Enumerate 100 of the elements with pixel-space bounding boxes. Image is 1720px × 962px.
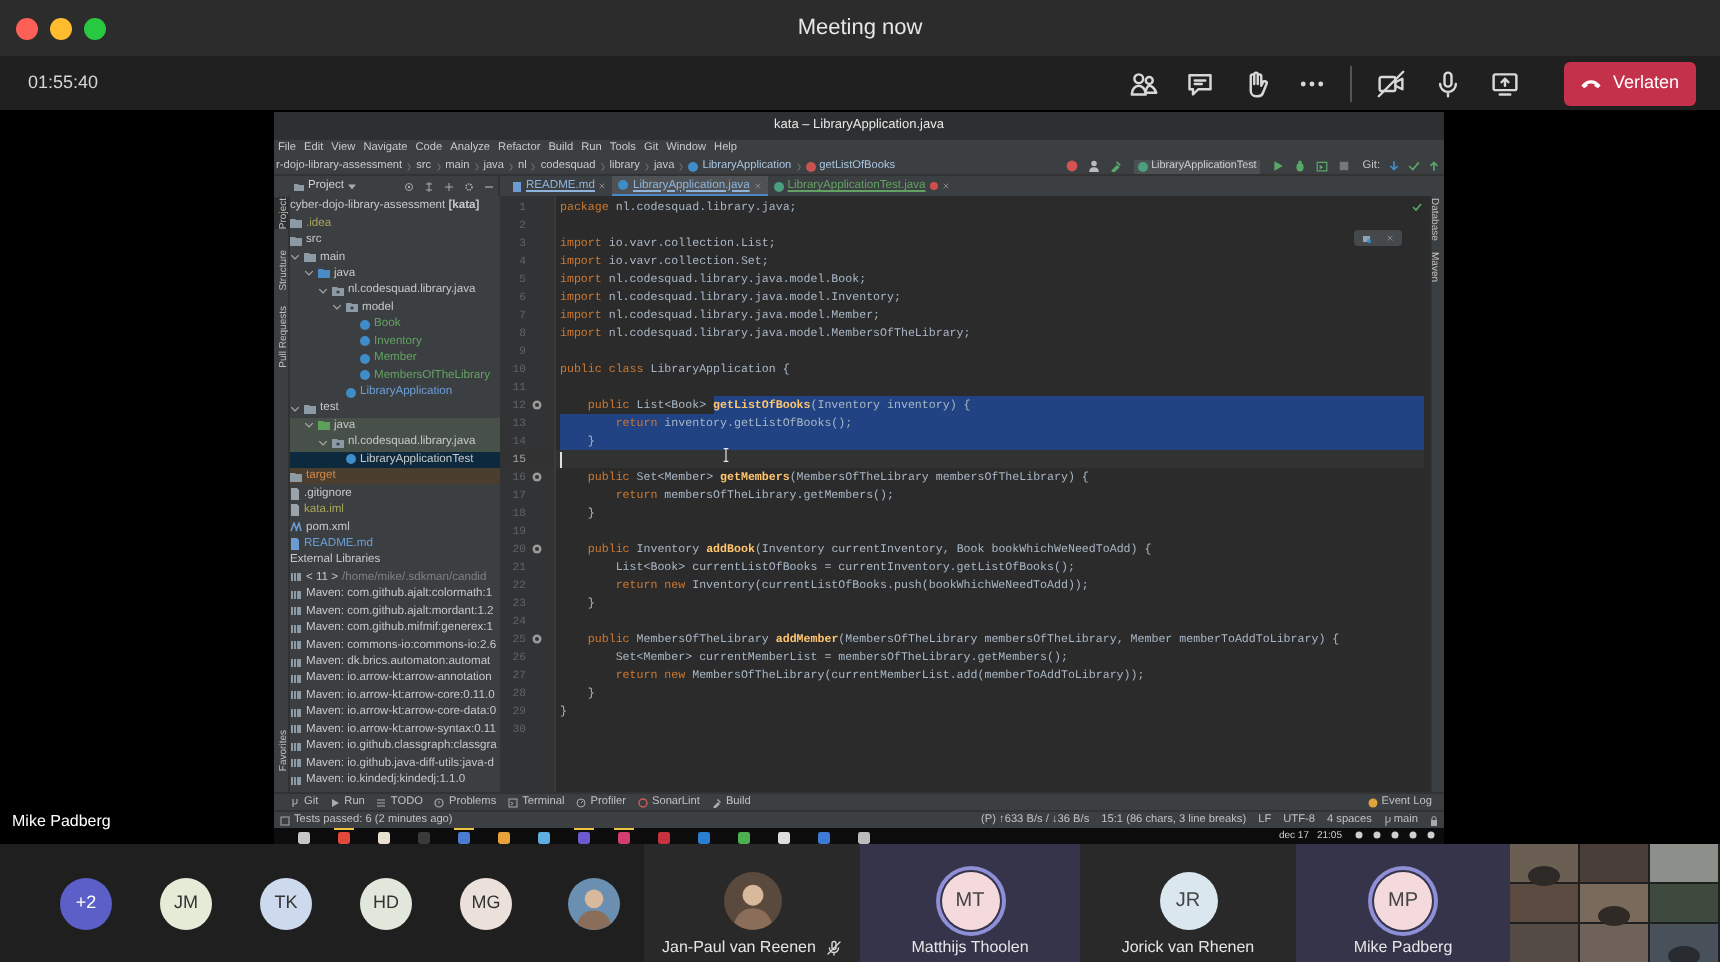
minimize-icon[interactable] xyxy=(50,17,72,39)
folder-icon xyxy=(294,181,304,191)
app-icon[interactable] xyxy=(738,831,750,843)
participant-tile[interactable]: MT Matthijs Thoolen xyxy=(860,844,1080,962)
participant-name: Jan-Paul van Reenen xyxy=(662,938,816,958)
participant-tile[interactable]: Jan-Paul van Reenen xyxy=(644,844,860,962)
test-class-icon xyxy=(773,181,784,191)
participant-avatar: MT xyxy=(941,872,999,930)
chat-icon[interactable] xyxy=(1186,69,1214,97)
maximize-icon[interactable] xyxy=(84,17,106,39)
library-icon xyxy=(290,623,302,634)
push-icon[interactable] xyxy=(1428,160,1440,172)
run-icon xyxy=(330,797,341,807)
chevron-icon xyxy=(643,161,650,171)
error-icon xyxy=(929,182,938,190)
package-icon xyxy=(332,285,344,296)
update-project-icon[interactable] xyxy=(1388,160,1400,172)
chevron-icon xyxy=(507,161,514,171)
lock-icon xyxy=(1430,815,1438,825)
share-screen-icon[interactable] xyxy=(1490,69,1520,97)
maven-file-icon xyxy=(290,522,302,533)
caret-icon xyxy=(348,183,357,189)
check-icon xyxy=(1412,202,1422,212)
microphone-icon[interactable] xyxy=(1434,69,1462,97)
participant-name: Jorick van Rhenen xyxy=(1121,938,1255,958)
collapse-all-icon[interactable] xyxy=(424,181,434,191)
chevron-icon xyxy=(406,161,413,171)
participant-avatar[interactable]: JM xyxy=(160,877,212,929)
library-icon xyxy=(290,657,302,668)
override-marker-icon[interactable] xyxy=(532,634,542,644)
app-icon[interactable] xyxy=(378,831,390,843)
app-icon[interactable] xyxy=(538,831,550,843)
participant-avatar[interactable]: MG xyxy=(460,877,512,929)
library-icon xyxy=(290,758,302,769)
phone-icon xyxy=(1580,75,1603,91)
library-icon xyxy=(290,741,302,752)
override-marker-icon[interactable] xyxy=(532,544,542,554)
avatar-icon xyxy=(568,877,620,929)
ring-icon xyxy=(637,797,648,807)
library-icon xyxy=(290,606,302,617)
participant-avatar: JR xyxy=(1159,872,1217,930)
chevron-icon xyxy=(530,161,537,171)
terminal-icon xyxy=(508,797,519,807)
list-icon xyxy=(376,797,387,807)
participants-icon[interactable] xyxy=(1130,69,1158,97)
participant-avatar: MP xyxy=(1374,872,1432,930)
library-icon xyxy=(290,673,302,684)
chevron-icon xyxy=(435,161,442,171)
participant-tile[interactable]: MP Mike Padberg xyxy=(1296,844,1510,962)
class-icon xyxy=(346,454,356,465)
leave-button[interactable]: Verlaten xyxy=(1564,61,1696,105)
coverage-icon[interactable] xyxy=(1316,160,1329,172)
override-marker-icon[interactable] xyxy=(532,472,542,482)
debug-icon[interactable] xyxy=(1294,160,1307,172)
participant-avatar[interactable]: TK xyxy=(260,877,312,929)
package-icon xyxy=(346,302,358,313)
floating-toolbar[interactable] xyxy=(1354,230,1402,246)
app-icon[interactable] xyxy=(778,831,790,843)
branch-icon xyxy=(290,797,300,807)
library-icon xyxy=(290,572,302,583)
gauge-icon xyxy=(576,797,587,807)
override-marker-icon[interactable] xyxy=(532,400,542,410)
call-timer: 01:55:40 xyxy=(28,69,99,96)
app-icon[interactable] xyxy=(858,831,870,843)
library-icon xyxy=(290,707,302,718)
expand-icon[interactable] xyxy=(444,181,454,191)
hammer-icon xyxy=(711,797,722,807)
library-icon xyxy=(290,690,302,701)
user-icon[interactable] xyxy=(1087,160,1100,172)
chevron-icon xyxy=(678,161,685,171)
library-icon xyxy=(290,775,302,786)
method-icon xyxy=(805,161,816,171)
test-class-icon xyxy=(1137,161,1148,171)
locate-icon[interactable] xyxy=(404,181,414,191)
presenter-name: Mike Padberg xyxy=(12,810,113,834)
avatar-icon xyxy=(723,872,781,930)
class-icon xyxy=(688,161,699,171)
problems-icon xyxy=(434,797,445,807)
text-cursor-icon xyxy=(722,448,730,462)
build-icon[interactable] xyxy=(1109,160,1122,172)
participant-avatar[interactable]: HD xyxy=(360,877,412,929)
commit-icon[interactable] xyxy=(1408,160,1420,172)
participant-tile[interactable]: JR Jorick van Rhenen xyxy=(1080,844,1296,962)
record-icon[interactable] xyxy=(1065,160,1078,172)
participant-name: Matthijs Thoolen xyxy=(911,938,1029,958)
close-tab-icon[interactable] xyxy=(941,182,950,190)
camera-off-icon[interactable] xyxy=(1376,69,1406,97)
app-icon[interactable] xyxy=(298,831,310,843)
library-icon xyxy=(290,640,302,651)
close-icon[interactable] xyxy=(16,17,38,39)
stop-icon[interactable] xyxy=(1338,160,1351,172)
markdown-file-icon xyxy=(512,181,522,191)
class-icon xyxy=(618,180,629,190)
participant-name: Mike Padberg xyxy=(1353,938,1453,958)
chevron-icon xyxy=(473,161,480,171)
event-log-icon xyxy=(1367,797,1378,807)
more-participants-button[interactable]: +2 xyxy=(60,877,112,929)
package-icon xyxy=(332,437,344,448)
app-icon[interactable] xyxy=(498,831,510,843)
chevron-icon xyxy=(599,161,606,171)
